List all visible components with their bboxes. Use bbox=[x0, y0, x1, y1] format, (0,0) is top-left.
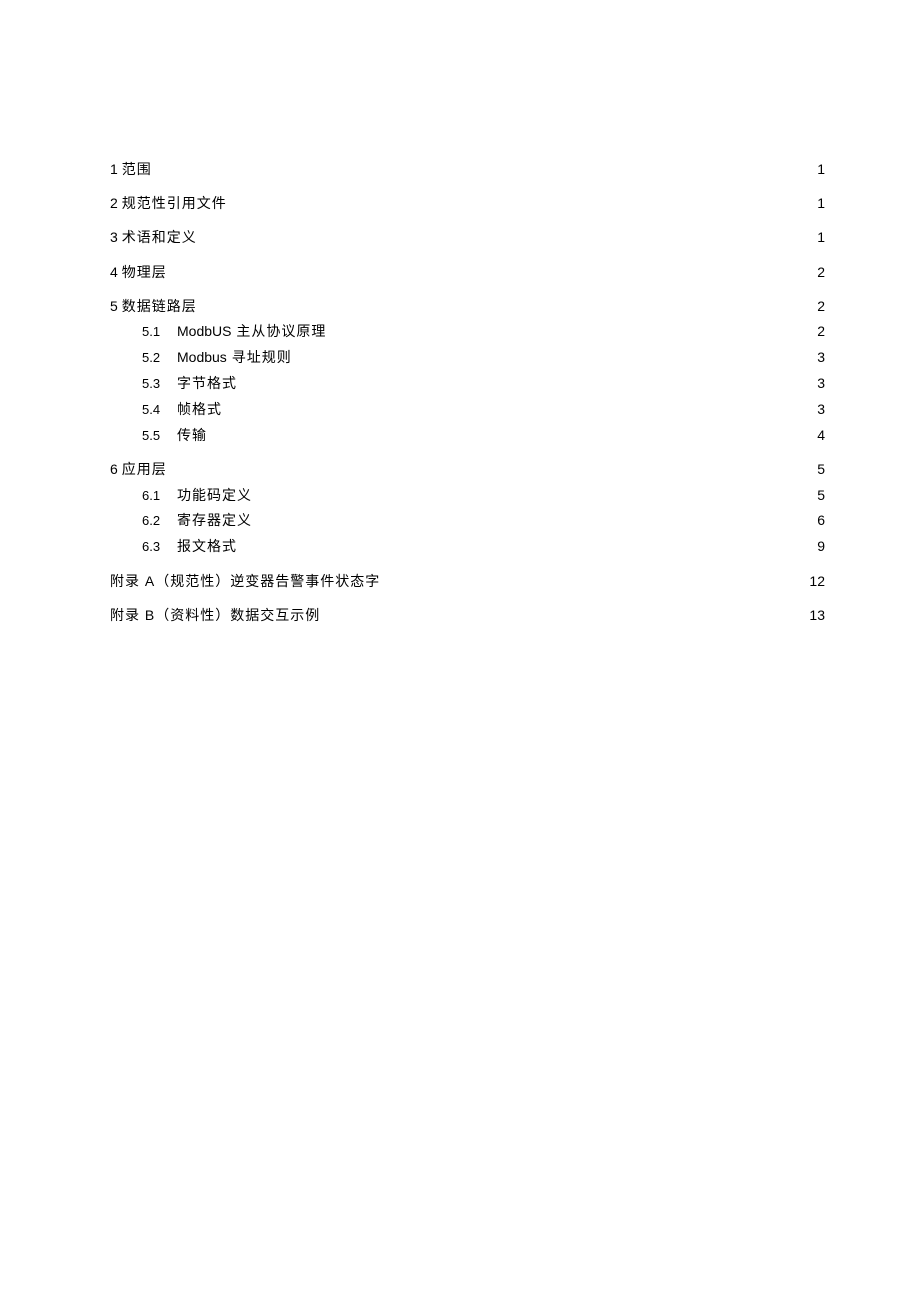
table-of-contents: 1 范围 1 2 规范性引用文件 1 3 术语和定义 1 4 物理层 2 5 数… bbox=[110, 160, 825, 625]
toc-entry-title: 物理层 bbox=[122, 263, 167, 281]
toc-subentry[interactable]: 5.2 Modbus 寻址规则 3 bbox=[110, 348, 825, 367]
toc-entry-page: 3 bbox=[807, 348, 825, 366]
toc-entry-title: 规范性引用文件 bbox=[122, 194, 227, 212]
toc-entry-title: 帧格式 bbox=[177, 400, 222, 418]
toc-subentry[interactable]: 5.5 传输 4 bbox=[110, 426, 825, 445]
toc-entry-title: 术语和定义 bbox=[122, 228, 197, 246]
toc-entry-number: 5.2 bbox=[142, 350, 177, 367]
toc-entry-number: 1 bbox=[110, 160, 118, 178]
toc-entry-number: 6.2 bbox=[142, 513, 177, 530]
toc-entry-page: 1 bbox=[807, 228, 825, 246]
toc-entry-title: 传输 bbox=[177, 426, 207, 444]
toc-entry-appendix[interactable]: 附录 A（规范性）逆变器告警事件状态字 12 bbox=[110, 572, 825, 590]
toc-entry[interactable]: 4 物理层 2 bbox=[110, 263, 825, 281]
toc-entry-title: ModbUS 主从协议原理 bbox=[177, 322, 326, 340]
toc-entry[interactable]: 6 应用层 5 bbox=[110, 460, 825, 478]
toc-entry-number: 3 bbox=[110, 228, 118, 246]
toc-entry-page: 12 bbox=[807, 572, 825, 590]
toc-subentry[interactable]: 6.1 功能码定义 5 bbox=[110, 486, 825, 505]
toc-entry-page: 9 bbox=[807, 537, 825, 555]
toc-entry-title: 功能码定义 bbox=[177, 486, 252, 504]
toc-subentry[interactable]: 5.3 字节格式 3 bbox=[110, 374, 825, 393]
toc-entry-title: 附录 A（规范性）逆变器告警事件状态字 bbox=[110, 572, 380, 590]
toc-entry[interactable]: 3 术语和定义 1 bbox=[110, 228, 825, 246]
toc-entry[interactable]: 5 数据链路层 2 bbox=[110, 297, 825, 315]
toc-entry-page: 2 bbox=[807, 322, 825, 340]
toc-subentry[interactable]: 5.1 ModbUS 主从协议原理 2 bbox=[110, 322, 825, 341]
toc-subentry[interactable]: 6.3 报文格式 9 bbox=[110, 537, 825, 556]
toc-entry-page: 3 bbox=[807, 374, 825, 392]
toc-entry-page: 5 bbox=[807, 460, 825, 478]
toc-entry-title: 报文格式 bbox=[177, 537, 237, 555]
toc-entry-page: 13 bbox=[807, 606, 825, 624]
toc-entry-number: 5.4 bbox=[142, 402, 177, 419]
toc-entry-title: 字节格式 bbox=[177, 374, 237, 392]
toc-entry[interactable]: 2 规范性引用文件 1 bbox=[110, 194, 825, 212]
toc-entry-page: 2 bbox=[807, 297, 825, 315]
toc-entry-number: 6.1 bbox=[142, 488, 177, 505]
toc-entry-number: 5.1 bbox=[142, 324, 177, 341]
toc-entry-title: 寄存器定义 bbox=[177, 511, 252, 529]
toc-entry-page: 2 bbox=[807, 263, 825, 281]
toc-subentry[interactable]: 6.2 寄存器定义 6 bbox=[110, 511, 825, 530]
toc-entry-number: 5 bbox=[110, 297, 118, 315]
toc-entry-number: 4 bbox=[110, 263, 118, 281]
toc-entry-number: 5.3 bbox=[142, 376, 177, 393]
toc-entry-page: 3 bbox=[807, 400, 825, 418]
toc-subentry[interactable]: 5.4 帧格式 3 bbox=[110, 400, 825, 419]
toc-entry[interactable]: 1 范围 1 bbox=[110, 160, 825, 178]
toc-entry-title: 范围 bbox=[122, 160, 152, 178]
toc-entry-number: 2 bbox=[110, 194, 118, 212]
toc-entry-page: 1 bbox=[807, 160, 825, 178]
toc-entry-title: 数据链路层 bbox=[122, 297, 197, 315]
toc-entry-number: 6 bbox=[110, 460, 118, 478]
toc-entry-title: 附录 B（资料性）数据交互示例 bbox=[110, 606, 320, 624]
toc-entry-appendix[interactable]: 附录 B（资料性）数据交互示例 13 bbox=[110, 606, 825, 624]
toc-entry-title: Modbus 寻址规则 bbox=[177, 348, 292, 366]
toc-entry-page: 5 bbox=[807, 486, 825, 504]
toc-entry-page: 4 bbox=[807, 426, 825, 444]
toc-entry-number: 6.3 bbox=[142, 539, 177, 556]
toc-entry-page: 1 bbox=[807, 194, 825, 212]
toc-entry-number: 5.5 bbox=[142, 428, 177, 445]
toc-entry-page: 6 bbox=[807, 511, 825, 529]
toc-entry-title: 应用层 bbox=[122, 460, 167, 478]
